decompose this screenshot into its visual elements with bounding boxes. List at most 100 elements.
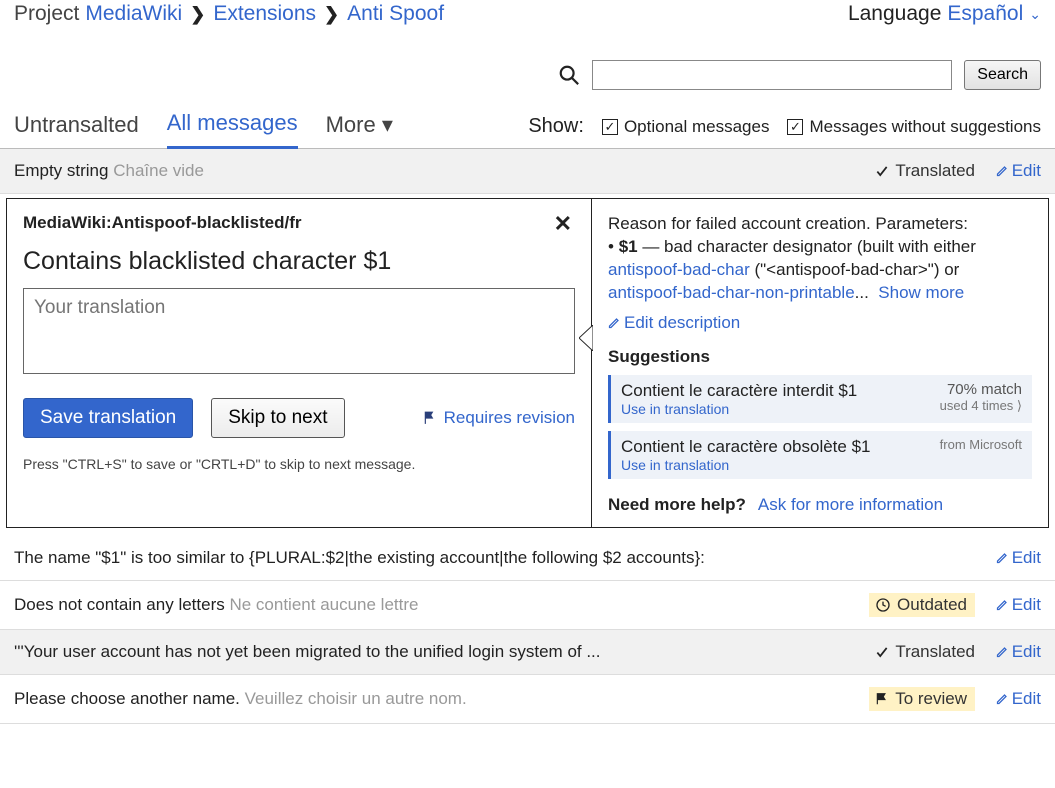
status-label: To review bbox=[895, 689, 967, 709]
search-icon bbox=[558, 64, 580, 86]
suggestion-meta[interactable]: used 4 times ⟩ bbox=[940, 398, 1022, 414]
search-button[interactable]: Search bbox=[964, 60, 1041, 90]
message-source: The name "$1" is too similar to {PLURAL:… bbox=[14, 548, 705, 567]
pencil-icon bbox=[996, 598, 1008, 612]
pencil-icon bbox=[996, 645, 1008, 659]
status-label: Translated bbox=[895, 642, 975, 662]
message-source: Does not contain any letters bbox=[14, 595, 225, 614]
language-label: Language bbox=[848, 2, 941, 26]
suggestion-text: Contient le caractère interdit $1 bbox=[621, 381, 857, 401]
need-help-label: Need more help? bbox=[608, 495, 746, 515]
flag-icon bbox=[422, 411, 438, 425]
doc-link-1[interactable]: antispoof-bad-char bbox=[608, 260, 750, 279]
clock-icon bbox=[875, 597, 891, 613]
message-row[interactable]: Empty string Chaîne vide Translated Edit bbox=[0, 149, 1055, 194]
checkbox-nosug-label: Messages without suggestions bbox=[809, 117, 1041, 137]
pencil-icon bbox=[996, 692, 1008, 706]
breadcrumb-item-2[interactable]: Anti Spoof bbox=[347, 2, 444, 26]
doc-mid: ("<antispoof-bad-char>") or bbox=[750, 260, 960, 279]
skip-button[interactable]: Skip to next bbox=[211, 398, 344, 438]
tab-all-messages[interactable]: All messages bbox=[167, 106, 298, 149]
status-translated: Translated bbox=[875, 161, 975, 181]
edit-label: Edit bbox=[1012, 548, 1041, 568]
suggestion-item: Contient le caractère interdit $1 Use in… bbox=[608, 375, 1032, 423]
edit-link[interactable]: Edit bbox=[985, 642, 1041, 662]
bullet-icon: • bbox=[608, 237, 614, 256]
edit-label: Edit bbox=[1012, 595, 1041, 615]
use-in-translation-link[interactable]: Use in translation bbox=[621, 401, 857, 417]
message-key: MediaWiki:Antispoof-blacklisted/fr bbox=[23, 213, 575, 233]
status-to-review: To review bbox=[869, 687, 975, 711]
edit-description-label: Edit description bbox=[624, 313, 740, 333]
message-translation: Chaîne vide bbox=[113, 161, 204, 180]
tab-more[interactable]: More ▾ bbox=[326, 108, 393, 148]
status-translated: Translated bbox=[875, 642, 975, 662]
edit-link[interactable]: Edit bbox=[985, 161, 1041, 181]
edit-link[interactable]: Edit bbox=[985, 595, 1041, 615]
check-icon bbox=[875, 644, 889, 660]
search-input[interactable] bbox=[592, 60, 952, 90]
checkbox-no-suggestions[interactable]: ✓ Messages without suggestions bbox=[787, 117, 1041, 137]
translation-editor: MediaWiki:Antispoof-blacklisted/fr ✕ Con… bbox=[6, 198, 1049, 528]
pencil-icon bbox=[996, 164, 1008, 178]
language-selector[interactable]: Language Español ⌄ bbox=[848, 2, 1041, 26]
flag-icon bbox=[875, 692, 889, 706]
suggestion-text: Contient le caractère obsolète $1 bbox=[621, 437, 871, 457]
show-more-link[interactable]: Show more bbox=[878, 283, 964, 302]
doc-line1: Reason for failed account creation. Para… bbox=[608, 214, 968, 233]
edit-description-link[interactable]: Edit description bbox=[608, 313, 1032, 333]
doc-param: $1 bbox=[619, 237, 638, 256]
breadcrumb-label: Project bbox=[14, 2, 79, 26]
suggestion-item: Contient le caractère obsolète $1 Use in… bbox=[608, 431, 1032, 479]
requires-revision-toggle[interactable]: Requires revision bbox=[422, 408, 575, 428]
chevron-right-icon: ❯ bbox=[322, 4, 341, 25]
status-label: Translated bbox=[895, 161, 975, 181]
language-value: Español bbox=[947, 2, 1023, 26]
breadcrumb-item-1[interactable]: Extensions bbox=[213, 2, 316, 26]
requires-revision-label: Requires revision bbox=[444, 408, 575, 428]
save-button[interactable]: Save translation bbox=[23, 398, 193, 438]
status-outdated: Outdated bbox=[869, 593, 975, 617]
message-translation: Ne contient aucune lettre bbox=[229, 595, 418, 614]
message-row[interactable]: Please choose another name. Veuillez cho… bbox=[0, 675, 1055, 724]
checkbox-icon: ✓ bbox=[787, 119, 803, 135]
check-icon bbox=[875, 163, 889, 179]
ask-for-info-link[interactable]: Ask for more information bbox=[758, 495, 943, 515]
suggestions-header: Suggestions bbox=[608, 347, 1032, 367]
keyboard-hint: Press "CTRL+S" to save or "CRTL+D" to sk… bbox=[23, 456, 575, 472]
edit-link[interactable]: Edit bbox=[985, 548, 1041, 568]
breadcrumb-item-0[interactable]: MediaWiki bbox=[85, 2, 182, 26]
message-row[interactable]: Does not contain any letters Ne contient… bbox=[0, 581, 1055, 630]
caret-down-icon: ▾ bbox=[382, 112, 393, 137]
tab-more-label: More bbox=[326, 112, 376, 137]
edit-link[interactable]: Edit bbox=[985, 689, 1041, 709]
edit-label: Edit bbox=[1012, 642, 1041, 662]
doc-link-2[interactable]: antispoof-bad-char-non-printable bbox=[608, 283, 855, 302]
suggestion-match: 70% match bbox=[940, 381, 1022, 398]
pencil-icon bbox=[608, 316, 620, 330]
message-row[interactable]: '''Your user account has not yet been mi… bbox=[0, 630, 1055, 675]
checkbox-icon: ✓ bbox=[602, 119, 618, 135]
checkbox-optional-messages[interactable]: ✓ Optional messages bbox=[602, 117, 770, 137]
message-source: '''Your user account has not yet been mi… bbox=[14, 642, 601, 661]
translation-input[interactable] bbox=[23, 288, 575, 374]
doc-ellipsis: ... bbox=[855, 283, 869, 302]
message-documentation: Reason for failed account creation. Para… bbox=[608, 213, 1032, 305]
tab-untranslated[interactable]: Untransalted bbox=[14, 108, 139, 148]
status-label: Outdated bbox=[897, 595, 967, 615]
edit-label: Edit bbox=[1012, 689, 1041, 709]
breadcrumb: Project MediaWiki ❯ Extensions ❯ Anti Sp… bbox=[14, 2, 444, 26]
chevron-right-icon: ❯ bbox=[188, 4, 207, 25]
source-text: Contains blacklisted character $1 bbox=[23, 247, 575, 276]
edit-label: Edit bbox=[1012, 161, 1041, 181]
message-row[interactable]: The name "$1" is too similar to {PLURAL:… bbox=[0, 536, 1055, 581]
show-label: Show: bbox=[528, 115, 584, 138]
message-translation: Veuillez choisir un autre nom. bbox=[245, 689, 467, 708]
chevron-down-icon: ⌄ bbox=[1029, 6, 1041, 23]
use-in-translation-link[interactable]: Use in translation bbox=[621, 457, 871, 473]
message-source: Please choose another name. bbox=[14, 689, 240, 708]
checkbox-optional-label: Optional messages bbox=[624, 117, 770, 137]
doc-param-desc: — bad character designator (built with e… bbox=[638, 237, 976, 256]
close-icon[interactable]: ✕ bbox=[554, 211, 572, 237]
pencil-icon bbox=[996, 551, 1008, 565]
